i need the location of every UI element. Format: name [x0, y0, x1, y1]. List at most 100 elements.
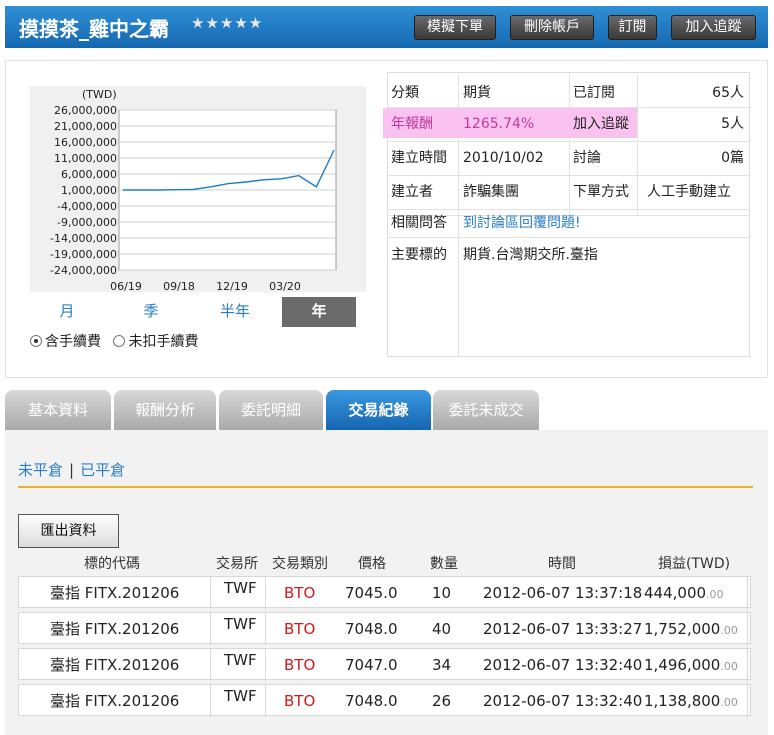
fee-included-option[interactable]: 含手續費 — [30, 334, 101, 350]
time-cell: 2012-06-07 13:33:27 — [483, 620, 643, 638]
table-row: 臺指 FITX.201206 TWF BTO 7048.0 26 2012-06-07 1… — [18, 684, 751, 717]
exchange-cell: TWF — [224, 687, 257, 705]
table-row: 臺指 FITX.201206 TWF BTO 7045.0 10 2012-06-07 1… — [18, 576, 751, 609]
fee-excluded-option[interactable]: 未扣手續費 — [113, 334, 198, 350]
col-exchange: 交易所 — [216, 556, 258, 572]
tracking-label: 加入追蹤 — [573, 116, 629, 132]
col-trade-type: 交易類別 — [272, 556, 328, 572]
price-cell: 7045.0 — [345, 584, 398, 602]
fee-options: 含手續費 未扣手續費 — [30, 331, 198, 351]
subscribe-button[interactable]: 訂閱 — [608, 15, 657, 40]
tab-basic-info[interactable]: 基本資料 — [5, 390, 111, 430]
trade-type-cell: BTO — [284, 692, 316, 710]
col-symbol: 標的代碼 — [84, 556, 140, 572]
time-cell: 2012-06-07 13:32:40 — [483, 656, 643, 674]
price-cell: 7048.0 — [345, 692, 398, 710]
y-unit-label: (TWD) — [82, 88, 117, 101]
col-quantity: 數量 — [430, 556, 458, 572]
col-pnl: 損益(TWD) — [658, 556, 731, 572]
add-tracking-button[interactable]: 加入追蹤 — [671, 15, 756, 40]
period-year[interactable]: 年 — [282, 297, 356, 327]
rating-stars: ★★★★★ — [191, 14, 264, 32]
simulate-order-button[interactable]: 模擬下單 — [414, 15, 496, 40]
exchange-cell: TWF — [224, 651, 257, 669]
y-tick-label: 11,000,000 — [54, 152, 117, 165]
price-cell: 7047.0 — [345, 656, 398, 674]
divider — [18, 486, 753, 488]
pnl-cell: 1,496,000 — [644, 656, 721, 674]
quantity-cell: 26 — [432, 692, 452, 710]
annual-return-value: 1265.74% — [463, 116, 535, 132]
page-title: 摸摸茶_雞中之霸 — [19, 17, 169, 41]
related-q-label: 相關問答 — [391, 215, 447, 231]
main-target-value: 期貨.台灣期交所.臺指 — [463, 247, 598, 263]
pnl-cell: 1,752,000 — [644, 620, 721, 638]
y-tick-label: 1,000,000 — [61, 184, 117, 197]
time-cell: 2012-06-07 13:32:40 — [483, 692, 643, 710]
annual-return-label: 年報酬 — [391, 116, 433, 132]
trade-type-cell: BTO — [284, 656, 316, 674]
delete-account-button[interactable]: 刪除帳戶 — [510, 15, 594, 40]
table-row: 臺指 FITX.201206 TWF BTO 7048.0 40 2012-06-07 1… — [18, 612, 751, 645]
period-quarter[interactable]: 季 — [114, 297, 188, 327]
y-tick-label: -19,000,000 — [50, 248, 117, 261]
exchange-cell: TWF — [224, 615, 257, 633]
exchange-cell: TWF — [224, 579, 257, 597]
subscribed-label: 已訂閱 — [573, 85, 615, 101]
category-label: 分類 — [391, 85, 419, 101]
category-value: 期貨 — [463, 85, 491, 101]
x-tick-label: 12/19 — [216, 280, 248, 293]
y-tick-label: -14,000,000 — [50, 232, 117, 245]
price-cell: 7048.0 — [345, 620, 398, 638]
main-target-label: 主要標的 — [391, 247, 447, 263]
col-price: 價格 — [358, 556, 386, 572]
trade-type-cell: BTO — [284, 620, 316, 638]
period-half-year[interactable]: 半年 — [198, 297, 272, 327]
y-tick-label: -24,000,000 — [50, 264, 117, 277]
discussion-label: 討論 — [573, 150, 601, 166]
order-method-value: 人工手動建立 — [647, 184, 731, 200]
tab-order-details[interactable]: 委託明細 — [219, 390, 323, 430]
x-tick-label: 06/19 — [110, 280, 142, 293]
quantity-cell: 40 — [432, 620, 452, 638]
x-tick-label: 09/18 — [163, 280, 195, 293]
related-q-link[interactable]: 到討論區回覆問題! — [463, 207, 581, 240]
symbol-cell: 臺指 FITX.201206 — [50, 584, 180, 602]
radio-unselected-icon[interactable] — [113, 335, 126, 347]
radio-selected-icon[interactable] — [30, 335, 42, 347]
pnl-decimal: .00 — [720, 696, 738, 709]
header-bar: 摸摸茶_雞中之霸 ★★★★★ 模擬下單 刪除帳戶 訂閱 加入追蹤 — [5, 6, 768, 48]
y-tick-label: 6,000,000 — [61, 168, 117, 181]
export-data-button[interactable]: 匯出資料 — [18, 514, 119, 548]
y-tick-label: 21,000,000 — [54, 120, 117, 133]
pnl-decimal: .00 — [720, 624, 738, 637]
time-cell: 2012-06-07 13:37:18 — [483, 584, 643, 602]
open-positions-link[interactable]: 未平倉 — [18, 461, 63, 479]
symbol-cell: 臺指 FITX.201206 — [50, 620, 180, 638]
closed-positions-link[interactable]: 已平倉 — [80, 461, 125, 479]
x-tick-label: 03/20 — [269, 280, 301, 293]
table-row: 臺指 FITX.201206 TWF BTO 7047.0 34 2012-06-07 1… — [18, 648, 751, 681]
symbol-cell: 臺指 FITX.201206 — [50, 692, 180, 710]
y-tick-label: 16,000,000 — [54, 136, 117, 149]
creator-value: 詐騙集團 — [463, 184, 519, 200]
tab-pending-orders[interactable]: 委託未成交 — [433, 390, 539, 430]
quantity-cell: 10 — [432, 584, 452, 602]
symbol-cell: 臺指 FITX.201206 — [50, 656, 180, 674]
period-month[interactable]: 月 — [30, 297, 104, 327]
col-time: 時間 — [548, 556, 576, 572]
y-tick-label: 26,000,000 — [54, 104, 117, 117]
created-time-value: 2010/10/02 — [463, 150, 544, 166]
pnl-decimal: .00 — [706, 588, 724, 601]
discussion-value: 0篇 — [721, 150, 744, 166]
tab-return-analysis[interactable]: 報酬分析 — [114, 390, 216, 430]
created-time-label: 建立時間 — [391, 150, 447, 166]
position-filter: 未平倉 | 已平倉 — [18, 461, 126, 479]
order-method-label: 下單方式 — [573, 184, 629, 200]
tracking-value: 5人 — [721, 116, 744, 132]
y-tick-label: -4,000,000 — [57, 200, 117, 213]
creator-label: 建立者 — [391, 184, 433, 200]
quantity-cell: 34 — [432, 656, 452, 674]
tab-trade-records[interactable]: 交易紀錄 — [326, 390, 431, 430]
pnl-cell: 444,000 — [644, 584, 707, 602]
